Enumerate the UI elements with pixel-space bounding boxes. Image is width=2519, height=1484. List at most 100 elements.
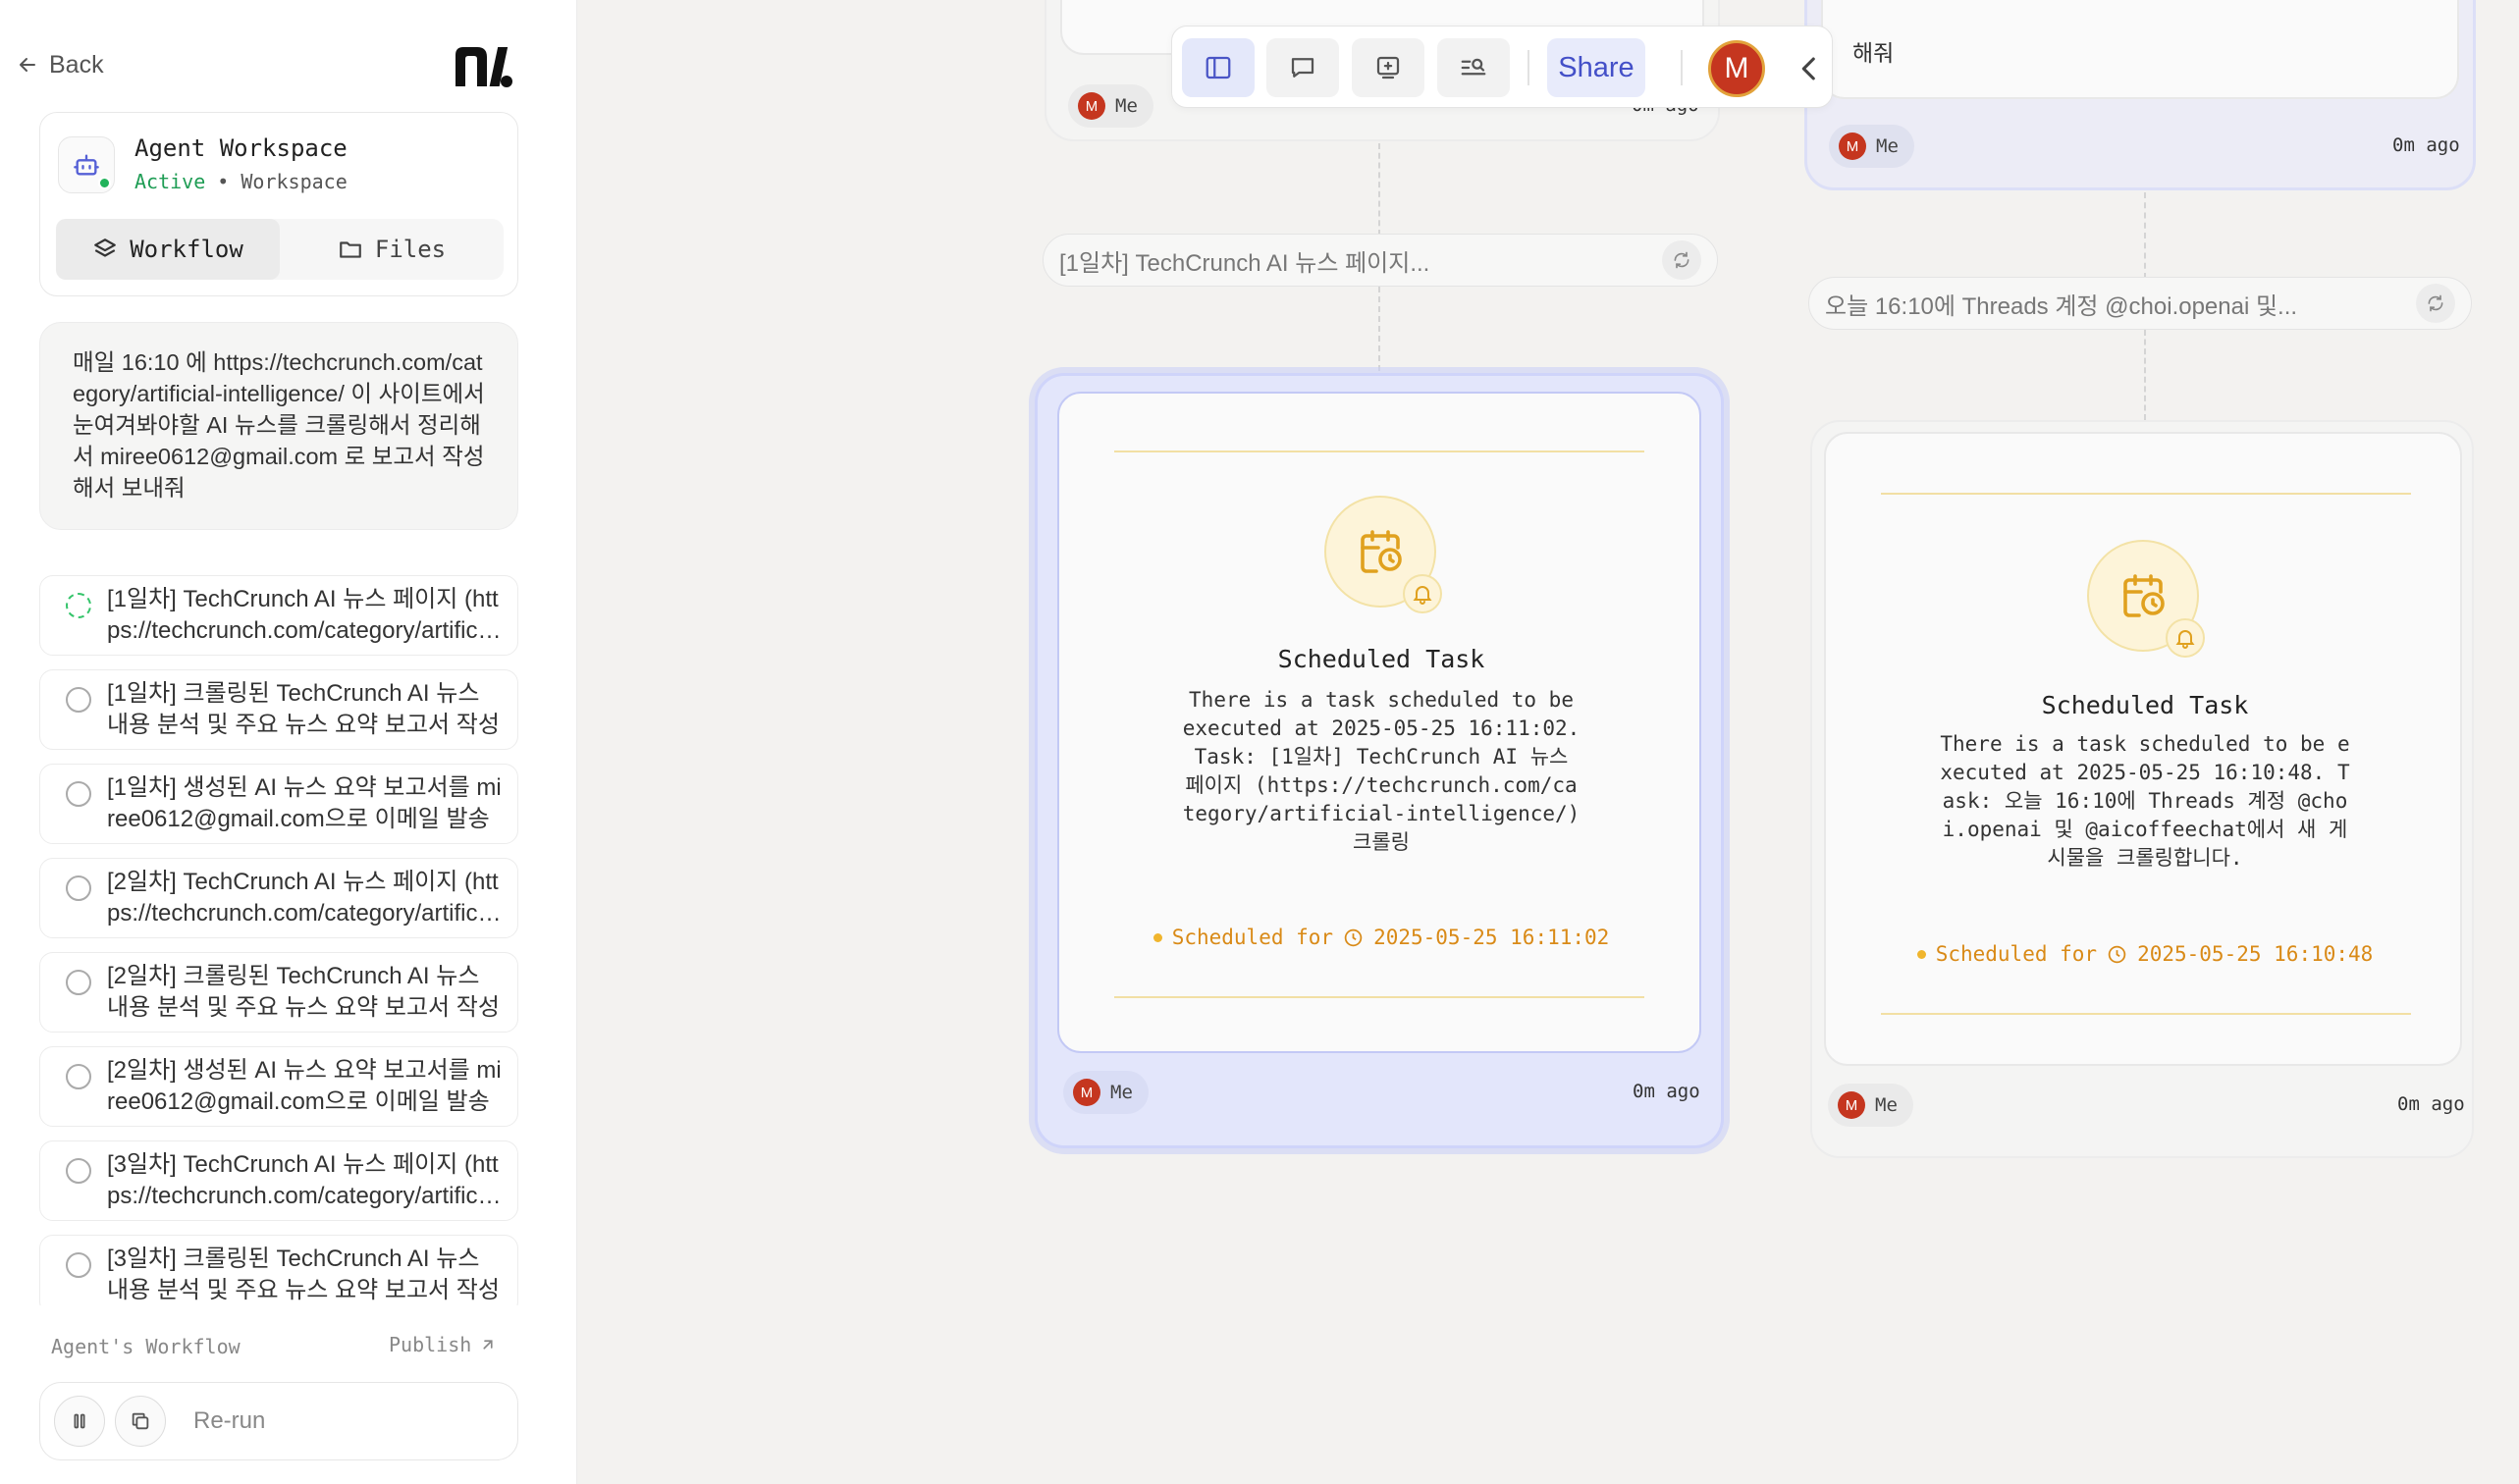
refresh-icon (2428, 294, 2443, 312)
prompt-card[interactable]: 매일 16:10 에 https://techcrunch.com/catego… (39, 322, 518, 530)
task-icon (2087, 540, 2205, 658)
calendar-clock-icon (1361, 530, 1402, 573)
user-avatar[interactable]: M (1708, 40, 1765, 97)
pause-icon (74, 1413, 85, 1429)
tab-workflow-label: Workflow (130, 236, 243, 263)
refresh-icon (1674, 251, 1689, 269)
node-text: 해줘 (1852, 40, 1895, 66)
task-item[interactable]: [1일차] 생성된 AI 뉴스 요약 보고서를 miree0612@gmail.… (39, 764, 518, 844)
chat-button[interactable] (1266, 38, 1339, 97)
tab-workflow[interactable]: Workflow (56, 219, 280, 280)
tab-files[interactable]: Files (280, 219, 504, 280)
task-text: [1일차] 생성된 AI 뉴스 요약 보고서를 miree0612@gmail.… (107, 774, 502, 832)
chevron-left-icon (1801, 57, 1815, 80)
scheduled-task-node[interactable]: Scheduled Task There is a task scheduled… (1810, 420, 2474, 1158)
task-item[interactable]: [1일차] TechCrunch AI 뉴스 페이지 (https://tech… (39, 575, 518, 656)
step-pill[interactable]: 오늘 16:10에 Threads 계정 @choi.openai 및... (1808, 277, 2472, 330)
workspace-meta: Active • Workspace (134, 170, 348, 193)
divider (1114, 450, 1644, 452)
layers-icon (94, 238, 117, 257)
circle-icon (66, 781, 91, 807)
user-chip: M Me (1829, 125, 1914, 168)
avatar: M (1078, 92, 1105, 120)
workflow-canvas[interactable]: M Me 0m ago 해줘 M Me 0m ago [1일차] TechCru… (577, 0, 2519, 1484)
avatar: M (1839, 132, 1866, 160)
task-text: [2일차] 생성된 AI 뉴스 요약 보고서를 miree0612@gmail.… (107, 1057, 502, 1115)
scheduled-task-card: Scheduled Task There is a task scheduled… (1057, 392, 1701, 1053)
copy-icon (132, 1412, 149, 1430)
task-item[interactable]: [1일차] 크롤링된 TechCrunch AI 뉴스 내용 분석 및 주요 뉴… (39, 669, 518, 750)
workspace-name: Agent Workspace (134, 134, 348, 162)
user-name: Me (1110, 1082, 1133, 1103)
step-pill[interactable]: [1일차] TechCrunch AI 뉴스 페이지... (1043, 234, 1718, 287)
user-name: Me (1876, 135, 1899, 157)
bell-icon (2175, 630, 2195, 649)
bell-icon-badge (1403, 574, 1442, 613)
prompt-text: 매일 16:10 에 https://techcrunch.com/catego… (73, 349, 485, 501)
rerun-button[interactable]: Re-run (193, 1407, 265, 1435)
connector (1378, 287, 1380, 371)
user-name: Me (1115, 95, 1138, 117)
workspace-avatar (58, 136, 115, 193)
scheduled-task-node[interactable]: Scheduled Task There is a task scheduled… (1035, 373, 1724, 1148)
task-text: [3일차] TechCrunch AI 뉴스 페이지 (https://tech… (107, 1151, 502, 1209)
back-button[interactable]: Back (16, 47, 104, 82)
workflow-node[interactable]: 해줘 M Me 0m ago (1804, 0, 2476, 190)
connector (2144, 192, 2146, 279)
task-text: [2일차] 크롤링된 TechCrunch AI 뉴스 내용 분석 및 주요 뉴… (107, 963, 500, 1021)
clock-icon (2108, 945, 2126, 963)
arrow-left-icon (20, 58, 35, 72)
connector (2144, 330, 2146, 420)
task-item[interactable]: [2일차] TechCrunch AI 뉴스 페이지 (https://tech… (39, 858, 518, 938)
task-item[interactable]: [2일차] 생성된 AI 뉴스 요약 보고서를 miree0612@gmail.… (39, 1046, 518, 1127)
folder-icon (340, 241, 361, 258)
task-item[interactable]: [3일차] TechCrunch AI 뉴스 페이지 (https://tech… (39, 1140, 518, 1221)
task-text: [1일차] 크롤링된 TechCrunch AI 뉴스 내용 분석 및 주요 뉴… (107, 680, 500, 738)
task-item[interactable]: [3일차] 크롤링된 TechCrunch AI 뉴스 내용 분석 및 주요 뉴… (39, 1235, 518, 1305)
task-text: [2일차] TechCrunch AI 뉴스 페이지 (https://tech… (107, 869, 502, 927)
refresh-button[interactable] (1662, 240, 1701, 280)
loading-icon (66, 593, 91, 618)
scheduled-label: Scheduled for (1935, 942, 2098, 966)
card-title: Scheduled Task (2041, 691, 2249, 719)
add-screen-button[interactable] (1352, 38, 1424, 97)
divider (1881, 493, 2411, 495)
circle-icon (66, 687, 91, 713)
avatar: M (1838, 1091, 1865, 1119)
timestamp: 0m ago (1633, 1081, 1700, 1102)
search-list-icon (1461, 58, 1486, 76)
circle-icon (66, 875, 91, 901)
publish-button[interactable]: Publish (389, 1333, 497, 1356)
pause-button[interactable] (54, 1396, 105, 1447)
bot-icon (74, 154, 99, 176)
scheduled-time: 2025-05-25 16:10:48 (2137, 942, 2374, 966)
user-chip: M Me (1068, 84, 1153, 128)
bell-icon (1413, 586, 1432, 605)
status-dot (1152, 932, 1162, 942)
circle-icon (66, 1252, 91, 1278)
user-chip: M Me (1063, 1071, 1149, 1114)
toolbar-divider (1527, 50, 1529, 85)
task-text: [1일차] TechCrunch AI 뉴스 페이지 (https://tech… (107, 586, 502, 644)
workspace-meta-separator: • (217, 170, 230, 193)
timestamp: 0m ago (2397, 1093, 2465, 1115)
rerun-bar: Re-run (39, 1382, 518, 1460)
divider (1881, 1013, 2411, 1015)
search-list-button[interactable] (1437, 38, 1510, 97)
task-item[interactable]: [2일차] 크롤링된 TechCrunch AI 뉴스 내용 분석 및 주요 뉴… (39, 952, 518, 1033)
chat-icon (1291, 58, 1314, 78)
task-icon (1324, 496, 1442, 613)
workflow-footer-label: Agent's Workflow (51, 1335, 241, 1358)
user-name: Me (1875, 1094, 1898, 1116)
circle-icon (66, 970, 91, 995)
scheduled-task-card: Scheduled Task There is a task scheduled… (1824, 432, 2462, 1066)
refresh-button[interactable] (2416, 284, 2455, 323)
connector (1378, 143, 1380, 236)
share-button[interactable]: Share (1547, 38, 1645, 97)
sidebar-toggle-button[interactable] (1182, 38, 1255, 97)
back-label: Back (49, 50, 104, 79)
collapse-button[interactable] (1793, 50, 1826, 87)
publish-label: Publish (389, 1333, 472, 1356)
copy-button[interactable] (115, 1396, 166, 1447)
calendar-clock-icon (2123, 574, 2165, 617)
